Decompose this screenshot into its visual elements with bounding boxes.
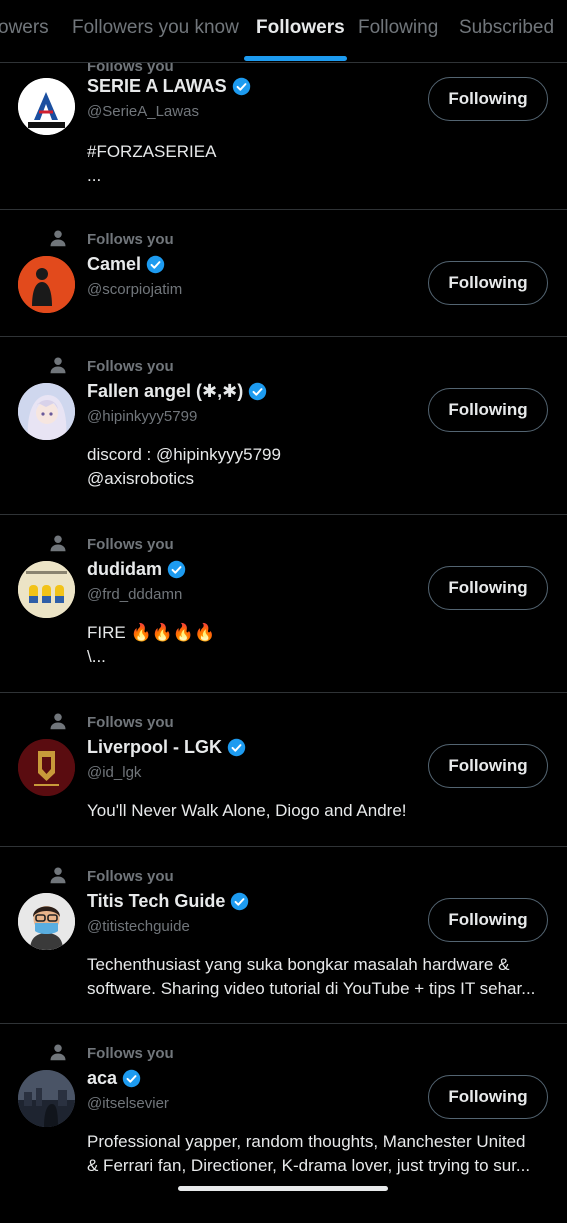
verified-badge-icon [248,382,267,401]
user-handle[interactable]: @titistechguide [87,918,190,935]
follows-you-label: Follows you [87,536,174,553]
user-bio: Techenthusiast yang suka bongkar masalah… [87,955,536,998]
list-item[interactable]: Follows you Fallen angel (✱,✱) @hipinkyy… [0,336,567,515]
following-button[interactable]: Following [428,77,548,121]
user-name-line: Fallen angel (✱,✱) [87,381,267,402]
following-button[interactable]: Following [428,898,548,942]
minions-icon [18,561,75,618]
serie-a-logo-icon [18,78,75,135]
tab-bar: owers Followers you know Followers Follo… [0,0,567,63]
user-name-line: Liverpool - LGK [87,737,246,758]
verified-badge-icon [227,738,246,757]
avatar[interactable] [18,1070,75,1127]
follows-you-label: Follows you [87,358,174,375]
tab-followers-you-know[interactable]: Followers you know [72,17,239,39]
avatar[interactable] [18,739,75,796]
verified-badge-icon [231,892,249,911]
anime-girl-icon [18,383,75,440]
user-bio: You'll Never Walk Alone, Diogo and Andre… [87,801,407,820]
user-name-line: SERIE A LAWAS [87,76,251,97]
list-item[interactable]: Follows you Liverpool - LGK @id_lgk Foll… [0,692,567,847]
avatar[interactable] [18,561,75,618]
following-button[interactable]: Following [428,1075,548,1119]
verified-badge-icon [232,77,250,96]
user-handle[interactable]: @hipinkyyy5799 [87,408,197,425]
tab-subscribed[interactable]: Subscribed [459,17,554,39]
verified-badge-icon [146,255,165,274]
user-handle[interactable]: @id_lgk [87,764,141,781]
following-button[interactable]: Following [428,744,548,788]
list-item[interactable]: Follows you Camel @scorpiojatim Followin… [0,209,567,337]
user-handle[interactable]: @itselsevier [87,1095,169,1112]
home-indicator[interactable] [178,1186,388,1191]
follows-you-label: Follows you [87,1045,174,1062]
person-icon [50,1044,66,1061]
user-name[interactable]: Titis Tech Guide [87,891,225,912]
list-item[interactable]: Follows you aca @itselsevier Following P… [0,1023,567,1223]
follows-you-label: Follows you [87,714,174,731]
liverpool-crest-icon [18,739,75,796]
user-bio: FIRE 🔥🔥🔥🔥 \... [87,623,216,666]
tab-following[interactable]: Following [358,17,438,39]
user-bio: Professional yapper, random thoughts, Ma… [87,1132,531,1175]
person-icon [50,230,66,247]
user-name[interactable]: SERIE A LAWAS [87,76,227,97]
user-name-line: Titis Tech Guide [87,891,249,912]
list-item[interactable]: Follows you dudidam @frd_dddamn Followin… [0,514,567,693]
user-handle[interactable]: @scorpiojatim [87,281,182,298]
avatar[interactable] [18,893,75,950]
verified-badge-icon [122,1069,141,1088]
avatar[interactable] [18,78,75,135]
tab-followers-partial[interactable]: owers [0,17,49,39]
following-button[interactable]: Following [428,566,548,610]
active-tab-indicator [244,56,347,61]
user-name[interactable]: Camel [87,254,141,275]
avatar[interactable] [18,383,75,440]
user-bio: #FORZASERIEA ... [87,142,217,185]
person-icon [50,535,66,552]
follows-you-label: Follows you [87,231,174,248]
user-name[interactable]: aca [87,1068,117,1089]
user-name-line: aca [87,1068,141,1089]
user-name[interactable]: Fallen angel (✱,✱) [87,381,243,402]
user-name-line: Camel [87,254,165,275]
verified-badge-icon [167,560,186,579]
following-button[interactable]: Following [428,261,548,305]
follows-you-label: Follows you [87,868,174,885]
user-bio: discord : @hipinkyyy5799 @axisrobotics [87,445,281,488]
city-night-photo-icon [18,1070,75,1127]
person-icon [50,867,66,884]
cartoon-man-mask-icon [18,893,75,950]
user-name[interactable]: dudidam [87,559,162,580]
person-icon [50,713,66,730]
following-button[interactable]: Following [428,388,548,432]
person-photo-icon [18,256,75,313]
user-name-line: dudidam [87,559,186,580]
user-handle[interactable]: @SerieA_Lawas [87,103,199,120]
user-handle[interactable]: @frd_dddamn [87,586,182,603]
person-icon [50,357,66,374]
list-item[interactable]: Follows you Titis Tech Guide @titistechg… [0,846,567,1024]
user-name[interactable]: Liverpool - LGK [87,737,222,758]
avatar[interactable] [18,256,75,313]
tab-followers[interactable]: Followers [256,17,345,39]
